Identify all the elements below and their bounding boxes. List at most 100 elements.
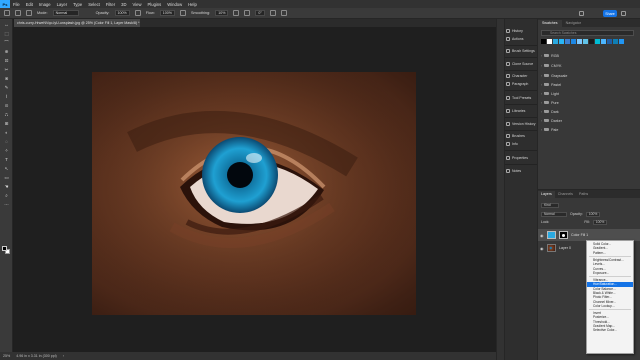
search-icon[interactable]: [579, 11, 584, 16]
smoothing-field[interactable]: 10%: [215, 10, 229, 16]
panel-version-history[interactable]: Version History: [505, 120, 538, 128]
edit-toolbar-icon[interactable]: ⋯: [3, 202, 10, 207]
brush-tool-icon[interactable]: ⌇: [3, 94, 10, 99]
panel-brush-settings[interactable]: Brush Settings: [505, 47, 538, 55]
swatch[interactable]: [577, 39, 582, 44]
foreground-color-swatch[interactable]: [2, 246, 7, 251]
zoom-level[interactable]: 25%: [3, 354, 10, 358]
layer-thumbnail[interactable]: [547, 244, 556, 252]
swatch-folder-pure[interactable]: › Pure: [541, 99, 636, 106]
brush-preset-icon[interactable]: [15, 10, 21, 16]
panel-properties[interactable]: Properties: [505, 154, 538, 162]
dodge-tool-icon[interactable]: ✧: [3, 148, 10, 153]
fill-thumbnail[interactable]: [547, 231, 556, 239]
menu-type[interactable]: Type: [70, 2, 85, 7]
swatch[interactable]: [601, 39, 606, 44]
swatch-folder-grayscale[interactable]: › Grayscale: [541, 72, 636, 79]
path-selection-tool-icon[interactable]: ↖: [3, 166, 10, 171]
flow-field[interactable]: 100%: [159, 10, 175, 16]
swatch[interactable]: [607, 39, 612, 44]
object-selection-tool-icon[interactable]: ⊕: [3, 49, 10, 54]
zoom-tool-icon[interactable]: ⌕: [3, 193, 10, 198]
type-tool-icon[interactable]: T: [3, 157, 10, 162]
menu-plugins[interactable]: Plugins: [145, 2, 165, 7]
fill-field[interactable]: 100%: [592, 219, 608, 225]
hand-tool-icon[interactable]: ☚: [3, 184, 10, 189]
gradient-tool-icon[interactable]: ◐: [3, 130, 10, 135]
history-brush-tool-icon[interactable]: ⎍: [3, 112, 10, 117]
menu-item-exposure[interactable]: Exposure...: [587, 271, 633, 275]
healing-brush-tool-icon[interactable]: ✎: [3, 85, 10, 90]
brush-settings-toggle-icon[interactable]: [26, 10, 32, 16]
panel-clone-source[interactable]: Clone Source: [505, 60, 538, 68]
swatch[interactable]: [541, 39, 546, 44]
swatch[interactable]: [589, 39, 594, 44]
menu-filter[interactable]: Filter: [103, 2, 118, 7]
menu-edit[interactable]: Edit: [23, 2, 36, 7]
eye-icon[interactable]: ◉: [540, 233, 544, 238]
pressure-size-icon[interactable]: [269, 10, 276, 16]
frame-tool-icon[interactable]: ✂: [3, 67, 10, 72]
swatch[interactable]: [613, 39, 618, 44]
layer-opacity-field[interactable]: 100%: [585, 211, 601, 217]
menu-layer[interactable]: Layer: [54, 2, 70, 7]
eye-icon[interactable]: ◉: [540, 246, 544, 251]
swatch[interactable]: [553, 39, 558, 44]
tab-paths[interactable]: Paths: [576, 191, 591, 198]
marquee-tool-icon[interactable]: ⬚: [3, 31, 10, 36]
menu-3d[interactable]: 3D: [118, 2, 129, 7]
document-tab[interactable]: chris-curry-HrweNVqo-lyU-unsplash.jpg @ …: [14, 19, 140, 27]
swatch-folder-pale[interactable]: › Pale: [541, 126, 636, 133]
home-icon[interactable]: [4, 10, 10, 16]
layer-kind-filter[interactable]: Kind: [541, 202, 559, 208]
smoothing-options-icon[interactable]: [233, 10, 240, 16]
swatch[interactable]: [595, 39, 600, 44]
tab-layers[interactable]: Layers: [538, 191, 555, 198]
rectangle-tool-icon[interactable]: ▭: [3, 175, 10, 180]
eraser-tool-icon[interactable]: ⊞: [3, 121, 10, 126]
mask-thumbnail[interactable]: [559, 231, 568, 239]
lasso-tool-icon[interactable]: ⌒: [3, 40, 10, 45]
menu-image[interactable]: Image: [36, 2, 54, 7]
menu-item-pattern[interactable]: Pattern...: [587, 251, 633, 255]
menu-file[interactable]: File: [10, 2, 23, 7]
move-tool-icon[interactable]: ↔: [3, 22, 10, 27]
panel-info[interactable]: Info: [505, 140, 538, 148]
airbrush-icon[interactable]: [179, 10, 186, 16]
swatch-folder-pastel[interactable]: › Pastel: [541, 81, 636, 88]
workspace-icon[interactable]: [621, 11, 626, 16]
menu-item-selective-color[interactable]: Selective Color...: [587, 328, 633, 332]
swatch-folder-dark[interactable]: › Dark: [541, 108, 636, 115]
symmetry-icon[interactable]: [280, 10, 287, 16]
eyedropper-tool-icon[interactable]: ⊗: [3, 76, 10, 81]
panel-brushes[interactable]: Brushes: [505, 132, 538, 140]
swatch[interactable]: [547, 39, 552, 44]
swatch[interactable]: [571, 39, 576, 44]
swatch[interactable]: [619, 39, 624, 44]
panel-paragraph[interactable]: Paragraph: [505, 80, 538, 88]
angle-icon[interactable]: [244, 10, 251, 16]
layer-name[interactable]: Color Fill 1: [571, 233, 588, 237]
tab-swatches[interactable]: Swatches: [538, 20, 562, 27]
mode-dropdown[interactable]: Normal: [52, 10, 79, 16]
panel-history[interactable]: History: [505, 27, 538, 35]
panel-notes[interactable]: Notes: [505, 167, 538, 175]
swatch-folder-light[interactable]: › Light: [541, 90, 636, 97]
panel-tool-presets[interactable]: Tool Presets: [505, 94, 538, 102]
swatch[interactable]: [583, 39, 588, 44]
status-menu-arrow-icon[interactable]: ›: [63, 354, 64, 358]
blend-mode-dropdown[interactable]: Normal: [541, 211, 567, 217]
menu-item-color-lookup[interactable]: Color Lookup...: [587, 304, 633, 308]
panel-character[interactable]: Character: [505, 72, 538, 80]
tab-navigator[interactable]: Navigator: [562, 20, 585, 27]
panel-actions[interactable]: Actions: [505, 35, 538, 43]
menu-help[interactable]: Help: [185, 2, 200, 7]
eye-photo[interactable]: [92, 72, 416, 315]
photoshop-logo[interactable]: Ps: [0, 0, 10, 8]
blur-tool-icon[interactable]: ◌: [3, 139, 10, 144]
swatch[interactable]: [565, 39, 570, 44]
share-button[interactable]: Share: [603, 10, 617, 17]
swatches-search-input[interactable]: Search Swatches: [541, 30, 634, 36]
swatch-folder-cmyk[interactable]: › CMYK: [541, 62, 636, 69]
panel-libraries[interactable]: Libraries: [505, 107, 538, 115]
